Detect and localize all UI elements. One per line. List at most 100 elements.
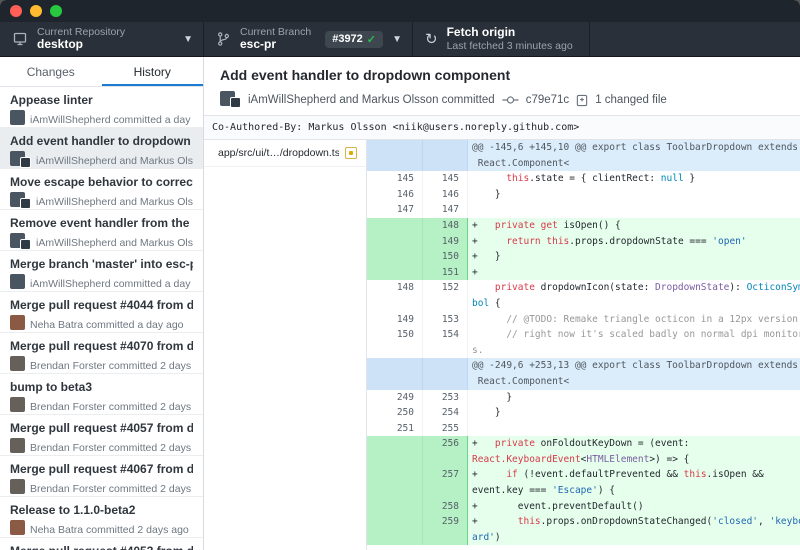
toolbar: Current Repository desktop ▼ Current Bra… — [0, 22, 800, 57]
fetch-origin-button[interactable]: ↻ Fetch origin Last fetched 3 minutes ag… — [413, 22, 590, 56]
new-line-number: 253 — [441, 391, 459, 403]
diff-context-line: 146 146 } — [367, 186, 800, 203]
commit-meta: Brendan Forster committed 2 days ago — [30, 442, 193, 454]
old-line-number — [367, 358, 423, 390]
diff-added-line: 150 + } — [367, 249, 800, 265]
commit-list-item[interactable]: Merge branch 'master' into esc-pr iAmWill… — [0, 251, 203, 292]
commit-meta: iAmWillShepherd and Markus Olsson… — [36, 155, 193, 167]
diff-added-line: 151 + — [367, 264, 800, 281]
diff-code: @@ -249,6 +253,13 @@ export class Toolba… — [467, 358, 800, 390]
diff-added-line: 257 + if (!event.defaultPrevented && this… — [367, 467, 800, 499]
old-line-number — [367, 233, 423, 250]
new-line-number: 146 — [441, 188, 459, 200]
diff-code: @@ -145,6 +145,10 @@ export class Toolba… — [467, 140, 800, 172]
commit-list-item[interactable]: Remove event handler from the bran… iAmWi… — [0, 210, 203, 251]
new-line-number: 259 — [423, 514, 467, 546]
diff-context-line: 251 255 — [367, 420, 800, 437]
new-line-number: 151 — [423, 264, 467, 281]
diff-context-line: 249 253 } — [367, 389, 800, 406]
new-line-number: 258 — [423, 498, 467, 515]
commit-list-item[interactable]: bump to beta3 Brendan Forster committed 2… — [0, 374, 203, 415]
new-line-number: 149 — [423, 233, 467, 250]
commit-list-item[interactable]: Add event handler to dropdown com… iAmWil… — [0, 128, 203, 169]
new-line-number: 145 — [441, 173, 459, 185]
commit-list: Appease linter iAmWillShepherd committed … — [0, 87, 203, 550]
new-line-number: 147 — [441, 204, 459, 216]
zoom-window-button[interactable] — [50, 5, 62, 17]
new-line-number: 257 — [423, 467, 467, 499]
diff-added-line: 259 + this.props.onDropdownStateChanged('… — [367, 514, 800, 546]
avatar — [10, 520, 25, 540]
avatar — [10, 233, 31, 253]
avatar — [10, 356, 25, 376]
old-line-number — [367, 217, 423, 234]
diff-code: + — [467, 264, 800, 281]
diff-added-line: 148 + private get isOpen() { — [367, 217, 800, 234]
diff-code: this.state = { clientRect: null } — [467, 171, 800, 187]
commit-summary: Merge pull request #4067 from desk… — [10, 462, 193, 476]
close-window-button[interactable] — [10, 5, 22, 17]
commit-summary: Release to 1.1.0-beta2 — [10, 503, 136, 517]
commit-summary: Merge branch 'master' into esc-pr — [10, 257, 193, 271]
old-line-number: 148 — [367, 280, 423, 312]
commit-summary: Add event handler to dropdown com… — [10, 134, 193, 148]
commit-meta: iAmWillShepherd and Markus Olsson… — [36, 237, 193, 249]
sidebar: Changes History Appease linter iAmWillShe… — [0, 57, 204, 550]
branch-name: esc-pr — [240, 37, 277, 52]
branch-picker[interactable]: Current Branch esc-pr #3972 ✓ ▼ — [204, 22, 413, 56]
diff-code: + private onFoldoutKeyDown = (event: Reac… — [467, 436, 800, 468]
commit-meta: iAmWillShepherd and Markus Olsson… — [36, 196, 193, 208]
tab-history[interactable]: History — [101, 57, 204, 86]
diff-added-line: 256 + private onFoldoutKeyDown = (event: R… — [367, 436, 800, 468]
commit-description: Co-Authored-By: Markus Olsson <niik@user… — [204, 116, 800, 140]
commit-list-item[interactable]: Merge pull request #4053 from desk… — [0, 538, 203, 550]
commit-meta: Brendan Forster committed 2 days ago — [30, 360, 193, 372]
chevron-down-icon: ▼ — [392, 33, 402, 45]
avatar — [10, 397, 25, 417]
sync-icon: ↻ — [425, 30, 438, 48]
diff-added-line: 258 + event.preventDefault() — [367, 498, 800, 515]
old-line-number: 145 — [367, 171, 423, 187]
commit-summary: Move escape behavior to correct co… — [10, 175, 193, 189]
commit-list-item[interactable]: Release to 1.1.0-beta2 Neha Batra committ… — [0, 497, 203, 538]
diff-context-line: 148 152 private dropdownIcon(state: Dropd… — [367, 280, 800, 312]
repository-icon — [12, 31, 28, 47]
commit-meta: iAmWillShepherd committed a day ago — [30, 278, 193, 290]
file-modified-status-icon — [345, 147, 357, 159]
avatar — [10, 315, 25, 335]
diff-code: + event.preventDefault() — [467, 498, 800, 515]
github-desktop-window: Current Repository desktop ▼ Current Bra… — [0, 0, 800, 550]
commit-list-item[interactable]: Merge pull request #4044 from des… Neha B… — [0, 292, 203, 333]
old-line-number — [367, 436, 423, 468]
diff-context-line: 145 145 this.state = { clientRect: null } — [367, 171, 800, 187]
commit-summary: Merge pull request #4044 from des… — [10, 298, 193, 312]
diff-hunk-header: @@ -145,6 +145,10 @@ export class Toolba… — [367, 140, 800, 172]
diff-code: private dropdownIcon(state: DropdownStat… — [467, 280, 800, 312]
commit-summary: Remove event handler from the bran… — [10, 216, 193, 230]
new-line-number: 150 — [423, 249, 467, 265]
commit-list-item[interactable]: Merge pull request #4070 from desk… Brend… — [0, 333, 203, 374]
commit-meta: Neha Batra committed a day ago — [30, 319, 184, 331]
diff-hunk-header: @@ -249,6 +253,13 @@ export class Toolba… — [367, 358, 800, 390]
new-line-number: 254 — [441, 407, 459, 419]
fetch-subtitle: Last fetched 3 minutes ago — [446, 39, 573, 52]
avatar — [10, 438, 25, 458]
commit-list-item[interactable]: Appease linter iAmWillShepherd committed … — [0, 87, 203, 128]
old-line-number: 249 — [367, 389, 423, 406]
minimize-window-button[interactable] — [30, 5, 42, 17]
git-branch-icon — [216, 31, 231, 47]
avatar — [10, 479, 25, 499]
commit-list-item[interactable]: Move escape behavior to correct co… iAmWi… — [0, 169, 203, 210]
commit-list-item[interactable]: Merge pull request #4067 from desk… Brend… — [0, 456, 203, 497]
window-titlebar[interactable] — [0, 0, 800, 22]
check-icon: ✓ — [366, 33, 377, 46]
repository-name: desktop — [37, 37, 84, 52]
file-list-item[interactable]: app/src/ui/t…/dropdown.tsx — [204, 140, 366, 167]
author-avatars — [220, 91, 241, 109]
commit-title: Add event handler to dropdown component — [220, 67, 511, 83]
pull-request-badge: #3972 ✓ — [325, 30, 384, 48]
repository-picker[interactable]: Current Repository desktop ▼ — [0, 22, 204, 56]
commit-summary: Appease linter — [10, 93, 93, 107]
commit-list-item[interactable]: Merge pull request #4057 from desk… Brend… — [0, 415, 203, 456]
tab-changes[interactable]: Changes — [0, 57, 102, 86]
